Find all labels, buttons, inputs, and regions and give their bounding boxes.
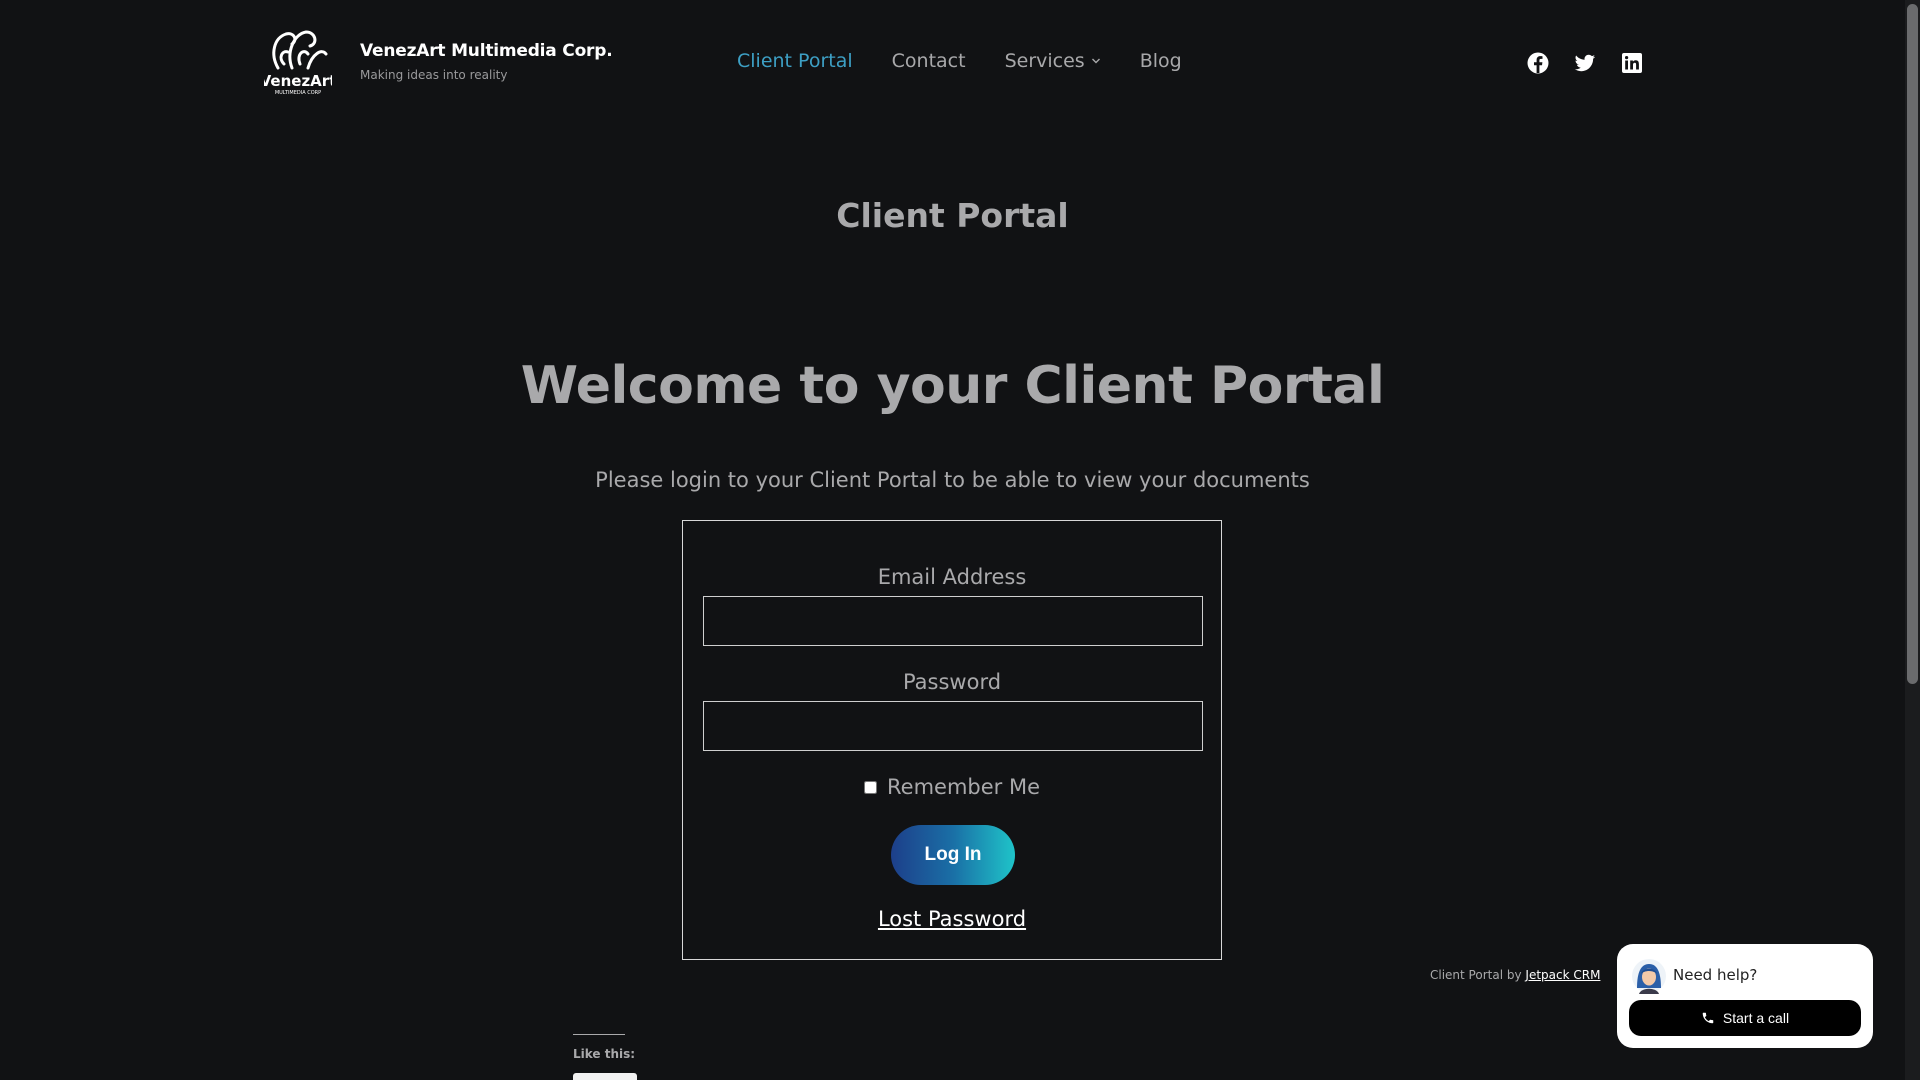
- page-title: Client Portal: [836, 196, 1069, 235]
- linkedin-icon[interactable]: [1620, 51, 1644, 75]
- phone-icon: [1702, 1012, 1714, 1024]
- password-field[interactable]: [703, 701, 1203, 751]
- svg-text:VenezArt: VenezArt: [264, 72, 332, 90]
- welcome-heading: Welcome to your Client Portal: [520, 356, 1385, 416]
- site-tagline: Making ideas into reality: [360, 68, 508, 82]
- nav-item-contact[interactable]: Contact: [892, 50, 966, 72]
- portal-credit: Client Portal by Jetpack CRM: [1430, 968, 1600, 982]
- start-call-button[interactable]: Start a call: [1629, 1000, 1861, 1036]
- password-label: Password: [902, 670, 1002, 694]
- start-call-label: Start a call: [1722, 1010, 1790, 1026]
- email-label: Email Address: [877, 565, 1027, 589]
- page-scrollbar[interactable]: [1905, 0, 1920, 1080]
- login-instructions: Please login to your Client Portal to be…: [595, 468, 1310, 492]
- support-agent-avatar: [1632, 959, 1666, 994]
- login-form: Email Address Password Remember Me Log I…: [682, 520, 1222, 960]
- social-links: [1526, 51, 1644, 75]
- like-button[interactable]: [573, 1073, 637, 1080]
- main-nav: Client Portal Contact Services Blog: [737, 50, 1182, 72]
- page: VenezArt MULTIMEDIA CORP VenezArt Multim…: [0, 0, 1920, 1080]
- chevron-down-icon: [1091, 58, 1100, 64]
- remember-me-label[interactable]: Remember Me: [887, 775, 1040, 799]
- site-title[interactable]: VenezArt Multimedia Corp.: [360, 41, 613, 61]
- nav-item-services[interactable]: Services: [1005, 50, 1101, 72]
- help-title: Need help?: [1673, 966, 1758, 984]
- venezart-logo[interactable]: VenezArt MULTIMEDIA CORP: [264, 24, 332, 96]
- credit-text: Client Portal by: [1430, 968, 1522, 982]
- like-divider: [573, 1034, 625, 1035]
- help-widget: Need help? Start a call: [1617, 944, 1873, 1048]
- jetpack-crm-link[interactable]: Jetpack CRM: [1525, 968, 1600, 982]
- nav-item-services-label: Services: [1004, 50, 1085, 72]
- like-heading: Like this:: [573, 1047, 636, 1061]
- lost-password-link[interactable]: Lost Password: [683, 907, 1221, 931]
- login-button[interactable]: Log In: [891, 825, 1015, 885]
- email-field[interactable]: [703, 596, 1203, 646]
- svg-text:MULTIMEDIA CORP: MULTIMEDIA CORP: [275, 90, 321, 96]
- twitter-icon[interactable]: [1573, 51, 1597, 75]
- scrollbar-thumb[interactable]: [1907, 4, 1918, 684]
- facebook-icon[interactable]: [1526, 51, 1550, 75]
- nav-item-blog[interactable]: Blog: [1140, 50, 1182, 72]
- nav-item-client-portal[interactable]: Client Portal: [737, 50, 853, 72]
- remember-me-checkbox[interactable]: [864, 780, 877, 794]
- remember-me-row: Remember Me: [683, 775, 1221, 799]
